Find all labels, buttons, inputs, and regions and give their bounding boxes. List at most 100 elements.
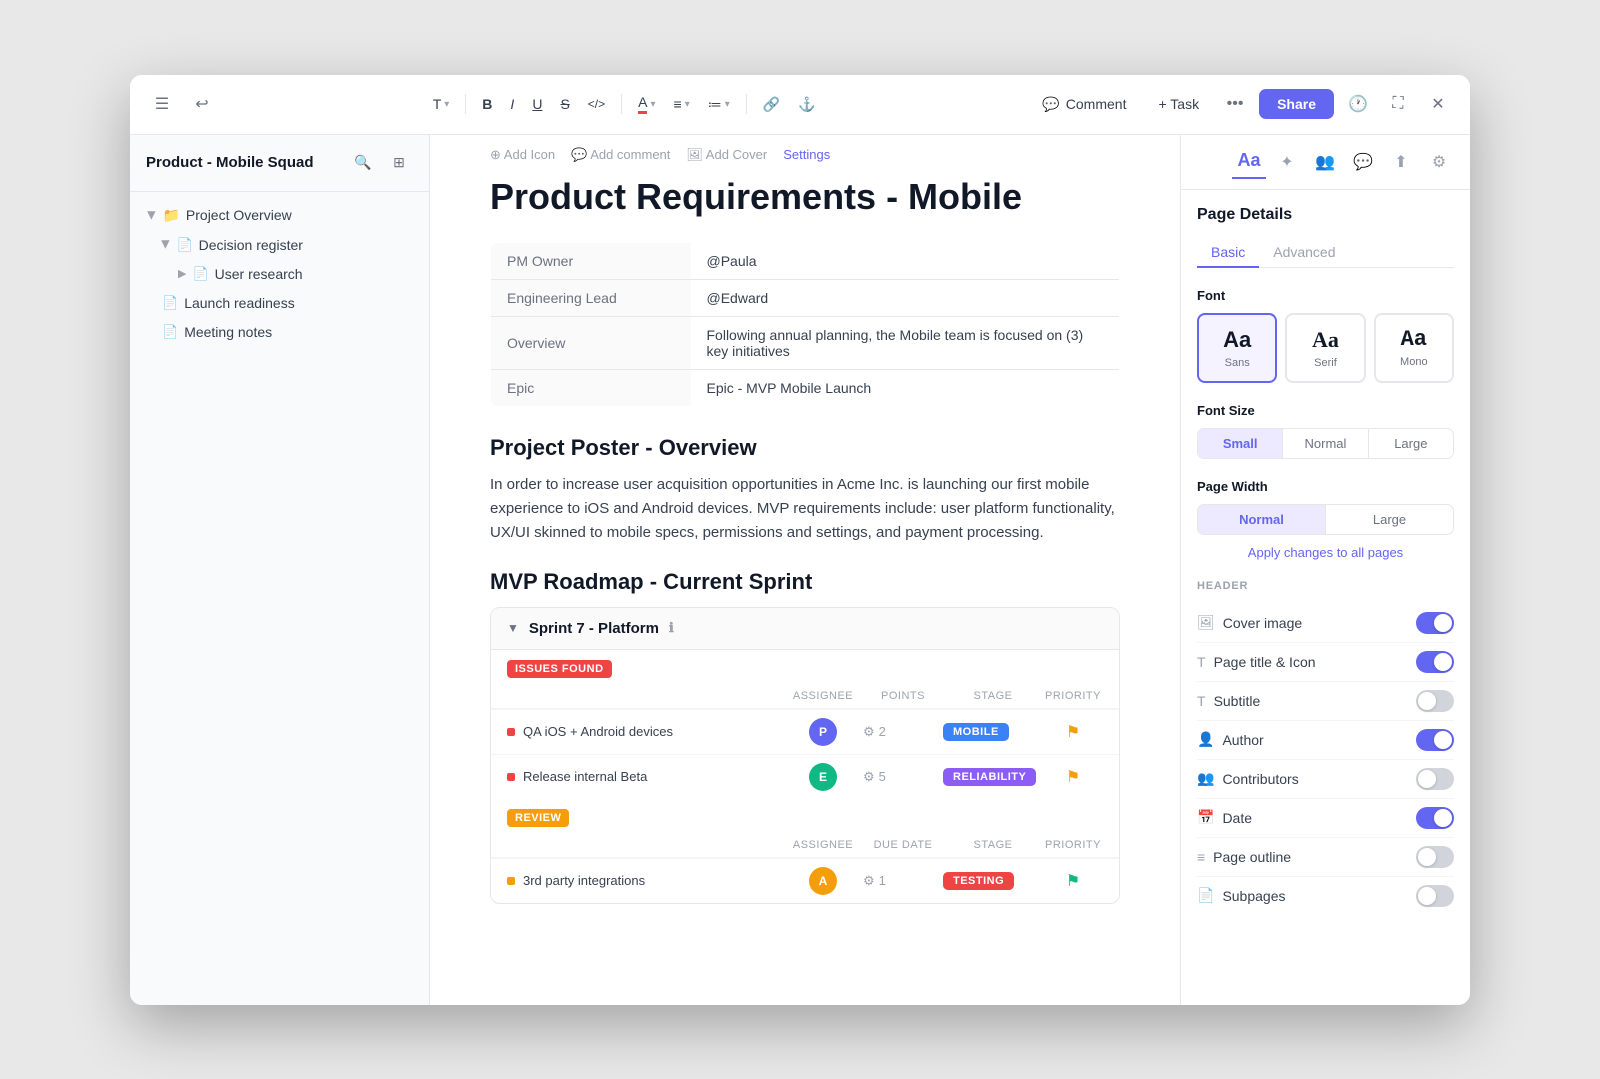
toggle-row-contributors: 👥 Contributors (1197, 760, 1454, 799)
font-option-serif[interactable]: Aa Serif (1285, 313, 1365, 383)
toggle-label-page-outline: ≡ Page outline (1197, 849, 1291, 865)
toggle-label-page-title: T Page title & Icon (1197, 654, 1316, 670)
comment-button[interactable]: 💬 Comment (1030, 90, 1138, 119)
add-comment-action[interactable]: 💬 Add comment (571, 147, 670, 163)
toggle-page-title[interactable] (1416, 651, 1454, 673)
font-option-mono[interactable]: Aa Mono (1374, 313, 1454, 383)
task-row: Release internal Beta E ⚙ 5 RELIABILITY (491, 754, 1119, 799)
apply-changes-link[interactable]: Apply changes to all pages (1197, 545, 1454, 560)
bold-button[interactable]: B (476, 89, 498, 119)
task-button[interactable]: + Task (1146, 90, 1211, 118)
underline-button[interactable]: U (526, 89, 548, 119)
width-large[interactable]: Large (1326, 505, 1453, 534)
meta-key-pm: PM Owner (491, 242, 691, 279)
toggle-page-outline[interactable] (1416, 846, 1454, 868)
col-assignee: ASSIGNEE (783, 839, 863, 851)
panel-format-button[interactable]: Aa (1232, 145, 1266, 179)
font-option-sans[interactable]: Aa Sans (1197, 313, 1277, 383)
size-normal[interactable]: Normal (1283, 429, 1368, 458)
section2-heading: MVP Roadmap - Current Sprint (490, 569, 1120, 595)
more-button[interactable]: ••• (1219, 88, 1251, 120)
size-small[interactable]: Small (1198, 429, 1283, 458)
toggle-author[interactable] (1416, 729, 1454, 751)
task-stage: RELIABILITY (943, 768, 1043, 786)
sidebar-item-launch-readiness[interactable]: 📄 Launch readiness (150, 289, 423, 317)
share-button[interactable]: Share (1259, 89, 1334, 119)
panel-search-button[interactable]: 💬 (1346, 145, 1380, 179)
anchor-button[interactable]: ⚓ (792, 89, 821, 119)
search-button[interactable]: 🔍 (349, 149, 377, 177)
toggle-cover[interactable] (1416, 612, 1454, 634)
meta-table: PM Owner @Paula Engineering Lead @Edward… (490, 242, 1120, 407)
meta-key-eng: Engineering Lead (491, 279, 691, 316)
toggle-label-date: 📅 Date (1197, 809, 1252, 826)
history-button[interactable]: 🕐 (1342, 88, 1374, 120)
avatar: P (809, 718, 837, 746)
text-type-button[interactable]: T ▾ (427, 89, 456, 119)
size-large[interactable]: Large (1369, 429, 1453, 458)
review-col-headers: ASSIGNEE DUE DATE STAGE PRIORITY (491, 833, 1119, 858)
panel-content: Page Details Basic Advanced Font Aa Sans… (1181, 190, 1470, 1005)
sidebar-item-project-overview[interactable]: ▶ 📁 Project Overview (136, 201, 423, 230)
add-cover-action[interactable]: 🖼 Add Cover (686, 147, 767, 163)
task-dot-icon (507, 877, 515, 885)
font-preview: Aa (1223, 327, 1251, 353)
page-title-icon: T (1197, 654, 1206, 670)
sprint-block: ▼ Sprint 7 - Platform ℹ ISSUES FOUND ASS… (490, 607, 1120, 904)
sidebar-item-decision-register[interactable]: ▶ 📄 Decision register (150, 231, 423, 259)
task-stage: MOBILE (943, 723, 1043, 741)
font-label: Font (1197, 288, 1454, 303)
info-icon: ℹ (669, 620, 674, 636)
points-icon: ⚙ (863, 769, 875, 785)
toggle-subpages[interactable] (1416, 885, 1454, 907)
settings-action[interactable]: Settings (783, 147, 830, 162)
close-button[interactable]: ✕ (1422, 88, 1454, 120)
toggle-label-subtitle: T Subtitle (1197, 693, 1260, 709)
toggle-contributors[interactable] (1416, 768, 1454, 790)
meta-key-epic: Epic (491, 369, 691, 406)
font-name: Sans (1225, 357, 1250, 369)
author-icon: 👤 (1197, 731, 1214, 748)
tab-advanced[interactable]: Advanced (1259, 238, 1349, 268)
link-button[interactable]: 🔗 (757, 89, 786, 119)
code-button[interactable]: </> (582, 89, 611, 119)
strikethrough-button[interactable]: S (554, 89, 575, 119)
section1-text: In order to increase user acquisition op… (490, 473, 1120, 545)
menu-button[interactable]: ☰ (146, 88, 178, 120)
toggle-row-subpages: 📄 Subpages (1197, 877, 1454, 915)
sidebar-item-user-research[interactable]: ▶ 📄 User research (166, 260, 423, 288)
panel-settings-button[interactable]: ⚙ (1422, 145, 1456, 179)
flag-icon: ⚑ (1066, 722, 1080, 742)
width-normal[interactable]: Normal (1198, 505, 1326, 534)
panel-users-button[interactable]: 👥 (1308, 145, 1342, 179)
toggle-label-subpages: 📄 Subpages (1197, 887, 1286, 904)
italic-button[interactable]: I (504, 89, 520, 119)
app-window: ☰ ↩ T ▾ B I U S </> A ▾ ≡ ▾ ≔ (130, 75, 1470, 1005)
panel-emoji-button[interactable]: ✦ (1270, 145, 1304, 179)
page-width-options: Normal Large (1197, 504, 1454, 535)
toggle-row-page-title: T Page title & Icon (1197, 643, 1454, 682)
undo-button[interactable]: ↩ (186, 88, 218, 120)
issues-section: ISSUES FOUND ASSIGNEE POINTS STAGE PRIOR… (491, 650, 1119, 799)
align-button[interactable]: ≡ ▾ (668, 89, 696, 119)
meta-row-overview: Overview Following annual planning, the … (491, 316, 1120, 369)
toggle-label-author: 👤 Author (1197, 731, 1264, 748)
toggle-date[interactable] (1416, 807, 1454, 829)
layout-button[interactable]: ⊞ (385, 149, 413, 177)
add-icon-action[interactable]: ⊕ Add Icon (490, 147, 555, 163)
review-badge: REVIEW (507, 809, 569, 827)
task-priority: ⚑ (1043, 767, 1103, 787)
tab-basic[interactable]: Basic (1197, 238, 1259, 268)
points-icon: ⚙ (863, 724, 875, 740)
task-label: + Task (1158, 96, 1199, 112)
panel-export-button[interactable]: ⬆ (1384, 145, 1418, 179)
focus-button[interactable]: ⛶ (1382, 88, 1414, 120)
task-due-date: ⚙ 1 (863, 873, 943, 889)
col-stage: STAGE (943, 839, 1043, 851)
list-button[interactable]: ≔ ▾ (702, 89, 736, 119)
page-width-label: Page Width (1197, 479, 1454, 494)
toggle-subtitle[interactable] (1416, 690, 1454, 712)
color-button[interactable]: A ▾ (632, 89, 661, 119)
sidebar-item-meeting-notes[interactable]: 📄 Meeting notes (150, 318, 423, 346)
task-name: QA iOS + Android devices (507, 724, 783, 739)
